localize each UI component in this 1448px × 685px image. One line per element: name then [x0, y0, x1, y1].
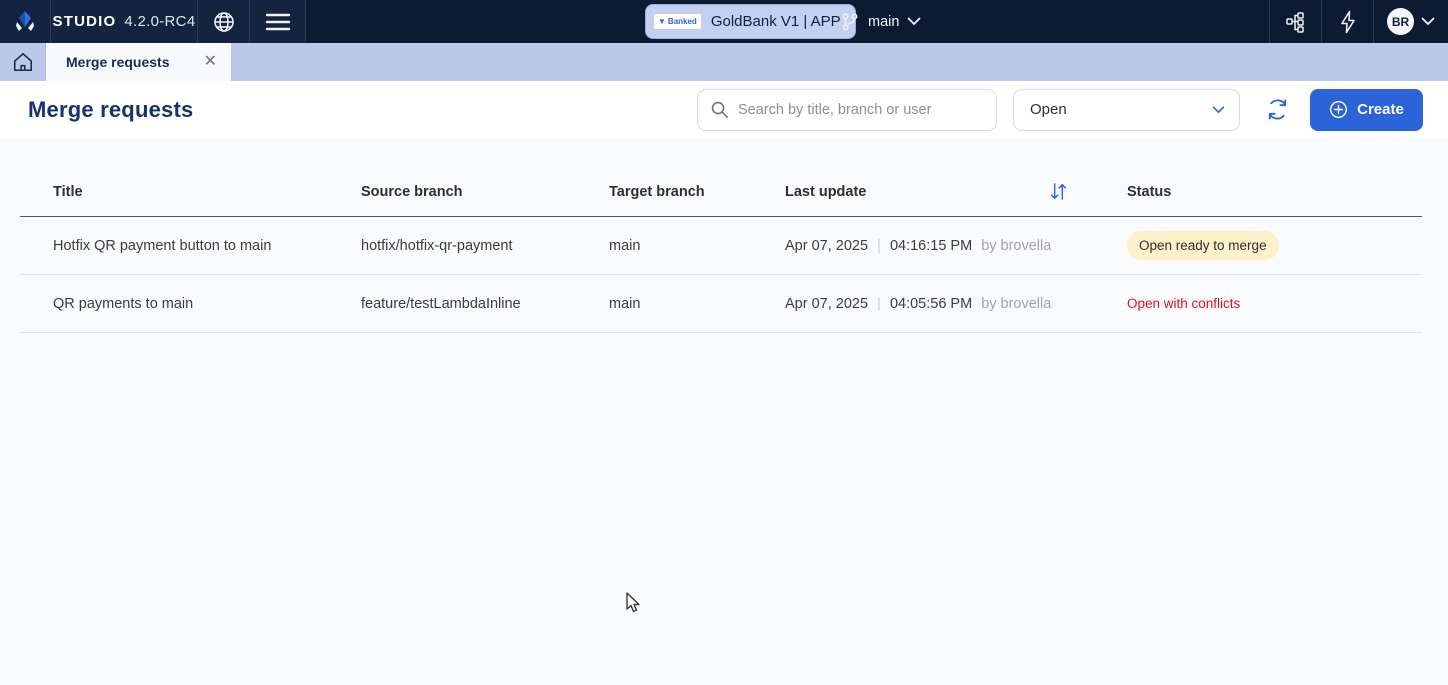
app-title: STUDIO 4.2.0-RC4 — [51, 0, 197, 43]
filter-selected-value: Open — [1030, 101, 1067, 118]
tab-label: Merge requests — [66, 54, 169, 70]
col-source-branch: Source branch — [361, 184, 609, 200]
page-title: Merge requests — [28, 97, 193, 123]
quick-actions-button[interactable] — [1322, 0, 1373, 43]
col-last-update: Last update — [785, 184, 1048, 200]
tab-bar: Merge requests ✕ — [0, 43, 1448, 81]
merge-requests-table: Title Source branch Target branch Last u… — [20, 167, 1422, 333]
home-icon — [12, 51, 34, 73]
mr-title[interactable]: Hotfix QR payment button to main — [53, 238, 361, 254]
chevron-down-icon — [907, 17, 921, 26]
mr-source-branch: hotfix/hotfix-qr-payment — [361, 238, 609, 254]
table-row[interactable]: QR payments to main feature/testLambdaIn… — [20, 275, 1422, 333]
date-time-separator: | — [877, 295, 881, 312]
mr-target-branch: main — [609, 238, 785, 254]
chevron-down-icon — [1421, 17, 1435, 26]
app-name: STUDIO — [53, 13, 117, 30]
tab-merge-requests[interactable]: Merge requests ✕ — [46, 43, 231, 81]
refresh-icon — [1266, 98, 1289, 121]
hamburger-menu-icon — [265, 13, 291, 31]
table-header-row: Title Source branch Target branch Last u… — [20, 167, 1422, 217]
mr-target-branch: main — [609, 296, 785, 312]
lightning-icon — [1338, 10, 1358, 34]
mr-last-update: Apr 07, 2025 | 04:16:15 PM by brovella — [785, 237, 1048, 254]
top-bar: STUDIO 4.2.0-RC4 ▼ Banked GoldBank V1 | … — [0, 0, 1448, 43]
search-icon — [710, 100, 729, 119]
app-logo[interactable] — [0, 0, 50, 43]
mr-author: by brovella — [981, 296, 1051, 312]
avatar: BR — [1387, 8, 1414, 35]
close-tab-icon[interactable]: ✕ — [204, 54, 217, 70]
sort-last-update-button[interactable] — [1048, 181, 1107, 202]
git-branch-icon — [840, 12, 860, 32]
home-tab[interactable] — [0, 43, 46, 81]
date-time-separator: | — [877, 237, 881, 254]
modules-button[interactable] — [1270, 0, 1321, 43]
mr-time: 04:16:15 PM — [890, 238, 972, 254]
mouse-cursor — [626, 592, 643, 619]
org-chart-icon — [1284, 10, 1308, 34]
kb-chip-label: Banked — [668, 17, 697, 26]
status-text: Open with conflicts — [1127, 296, 1240, 311]
col-target-branch: Target branch — [609, 184, 785, 200]
mr-time: 04:05:56 PM — [890, 296, 972, 312]
branch-name: main — [868, 14, 899, 30]
create-button[interactable]: Create — [1310, 89, 1423, 131]
status-filter-select[interactable]: Open — [1013, 89, 1240, 131]
mr-title[interactable]: QR payments to main — [53, 296, 361, 312]
status-badge: Open ready to merge — [1127, 231, 1279, 260]
kb-name: GoldBank V1 | APP — [711, 13, 841, 30]
mr-author: by brovella — [981, 238, 1051, 254]
chevron-down-icon — [1212, 106, 1225, 114]
page-header: Merge requests Open Create — [0, 81, 1448, 138]
kb-chip-logo-icon: ▼ — [658, 18, 666, 26]
app-version: 4.2.0-RC4 — [124, 13, 195, 30]
globe-icon — [212, 10, 236, 34]
search-box[interactable] — [697, 89, 997, 131]
plus-circle-icon — [1329, 100, 1348, 119]
col-title: Title — [53, 184, 361, 200]
create-button-label: Create — [1357, 101, 1404, 118]
table-row[interactable]: Hotfix QR payment button to main hotfix/… — [20, 217, 1422, 275]
mr-last-update: Apr 07, 2025 | 04:05:56 PM by brovella — [785, 295, 1048, 312]
main-menu-button[interactable] — [250, 0, 305, 43]
col-status: Status — [1107, 184, 1422, 200]
mr-date: Apr 07, 2025 — [785, 238, 868, 254]
studio-logo-icon — [12, 9, 38, 35]
kb-chip: ▼ Banked — [654, 14, 701, 29]
knowledge-base-badge[interactable]: ▼ Banked GoldBank V1 | APP — [645, 4, 856, 39]
user-menu[interactable]: BR — [1374, 0, 1448, 43]
branch-selector[interactable]: main — [840, 0, 921, 43]
sort-arrows-icon — [1048, 181, 1069, 202]
mr-date: Apr 07, 2025 — [785, 296, 868, 312]
language-button[interactable] — [198, 0, 249, 43]
search-input[interactable] — [738, 102, 984, 118]
refresh-button[interactable] — [1266, 98, 1289, 121]
mr-source-branch: feature/testLambdaInline — [361, 296, 609, 312]
